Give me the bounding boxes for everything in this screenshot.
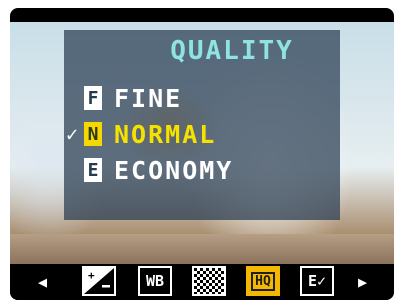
- checkmark-icon: ✓: [66, 122, 79, 146]
- quality-menu-panel: QUALITY F FINE ✓ N NORMAL E ECONOMY: [64, 30, 340, 220]
- arrow-right-icon[interactable]: ▶: [358, 273, 367, 291]
- svg-text:+: +: [88, 269, 95, 282]
- menu-option-normal[interactable]: ✓ N NORMAL: [66, 118, 217, 150]
- menu-tab-bar: ◀ + WB HQ E✓ ▶: [10, 264, 394, 300]
- option-key-badge: F: [84, 86, 102, 110]
- preview-desk-surface: [10, 234, 394, 264]
- option-label: NORMAL: [114, 119, 217, 149]
- menu-option-fine[interactable]: F FINE: [84, 82, 182, 114]
- list-check-icon[interactable]: E✓: [300, 266, 334, 296]
- camera-lcd-screen: QUALITY F FINE ✓ N NORMAL E ECONOMY ◀ + …: [10, 8, 394, 300]
- option-key-badge: E: [84, 158, 102, 182]
- image-quality-icon[interactable]: HQ: [246, 266, 280, 296]
- white-balance-icon[interactable]: WB: [138, 266, 172, 296]
- option-label: ECONOMY: [114, 155, 234, 185]
- exposure-compensation-icon[interactable]: +: [82, 266, 116, 296]
- checker-icon[interactable]: [192, 266, 226, 296]
- option-key-badge: N: [84, 122, 102, 146]
- image-quality-label: HQ: [251, 271, 275, 291]
- arrow-left-icon[interactable]: ◀: [38, 273, 47, 291]
- option-label: FINE: [114, 83, 183, 113]
- menu-option-economy[interactable]: E ECONOMY: [84, 154, 233, 186]
- menu-title: QUALITY: [170, 36, 294, 66]
